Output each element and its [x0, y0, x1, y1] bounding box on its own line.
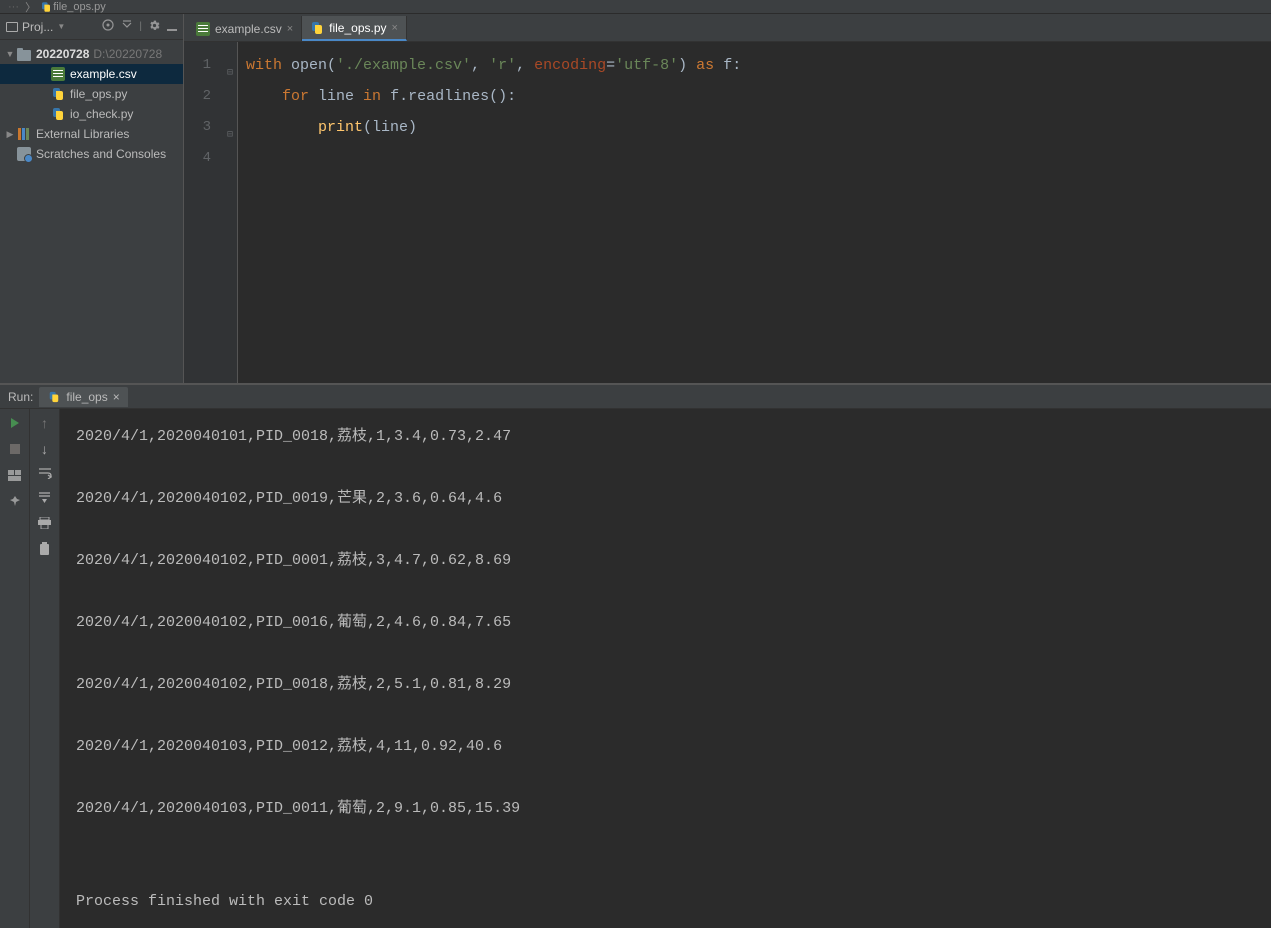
python-icon [48, 391, 60, 403]
editor-tab[interactable]: example.csv× [188, 16, 302, 41]
project-view-icon [6, 22, 18, 32]
tree-scratches[interactable]: Scratches and Consoles [0, 144, 183, 164]
run-toolbar-right: ↑ ↓ [30, 409, 60, 928]
tree-external-libraries[interactable]: ▶ External Libraries [0, 124, 183, 144]
up-trace-button[interactable]: ↑ [41, 415, 48, 431]
divider: | [139, 21, 142, 32]
python-icon [51, 87, 65, 101]
tree-root[interactable]: ▼ 20220728 D:\20220728 [0, 44, 183, 64]
folder-icon [17, 50, 31, 61]
soft-wrap-button[interactable] [38, 467, 52, 482]
editor-tab-bar: example.csv×file_ops.py× [184, 14, 1271, 42]
close-icon[interactable]: × [287, 23, 293, 35]
code-content[interactable]: with open('./example.csv', 'r', encoding… [238, 42, 1271, 383]
layout-button[interactable] [7, 467, 23, 483]
run-panel-header: Run: file_ops × [0, 385, 1271, 409]
csv-icon [51, 67, 65, 81]
editor-tab[interactable]: file_ops.py× [302, 16, 407, 41]
python-icon [41, 1, 52, 12]
run-toolbar-left [0, 409, 30, 928]
tree-file[interactable]: io_check.py [0, 104, 183, 124]
code-editor[interactable]: 1⊟23⊟4 with open('./example.csv', 'r', e… [184, 42, 1271, 383]
project-panel: Proj... ▼ | ▼ 20220728 [0, 14, 184, 383]
libraries-icon [17, 128, 31, 140]
console-output[interactable]: 2020/4/1,2020040101,PID_0018,荔枝,1,3.4,0.… [60, 409, 1271, 928]
run-panel: Run: file_ops × ↑ ↓ 2020/4/1, [0, 384, 1271, 928]
editor-area: example.csv×file_ops.py× 1⊟23⊟4 with ope… [184, 14, 1271, 383]
scroll-to-end-button[interactable] [38, 492, 51, 507]
rerun-button[interactable] [7, 415, 23, 431]
scratches-icon [17, 147, 31, 161]
collapse-all-icon[interactable] [121, 19, 133, 34]
python-icon [310, 21, 324, 35]
tree-file[interactable]: example.csv [0, 64, 183, 84]
hide-panel-icon[interactable] [167, 20, 177, 34]
python-icon [51, 107, 65, 121]
csv-icon [196, 22, 210, 36]
project-panel-title: Proj... [22, 20, 53, 34]
breadcrumb: ··· 〉 file_ops.py [0, 0, 1271, 14]
stop-button[interactable] [7, 441, 23, 457]
editor-gutter: 1⊟23⊟4 [184, 42, 238, 383]
run-config-tab[interactable]: file_ops × [39, 387, 127, 407]
pin-button[interactable] [7, 493, 23, 509]
breadcrumb-file: file_ops.py [53, 1, 106, 13]
close-icon[interactable]: × [113, 390, 120, 404]
down-trace-button[interactable]: ↓ [41, 441, 48, 457]
delete-button[interactable] [39, 542, 50, 558]
project-tree: ▼ 20220728 D:\20220728 example.csvfile_o… [0, 40, 183, 168]
close-icon[interactable]: × [392, 22, 398, 34]
select-opened-file-icon[interactable] [101, 18, 115, 35]
settings-gear-icon[interactable] [148, 19, 161, 35]
run-label: Run: [8, 390, 33, 404]
project-panel-header: Proj... ▼ | [0, 14, 183, 40]
tree-file[interactable]: file_ops.py [0, 84, 183, 104]
print-button[interactable] [38, 517, 51, 532]
